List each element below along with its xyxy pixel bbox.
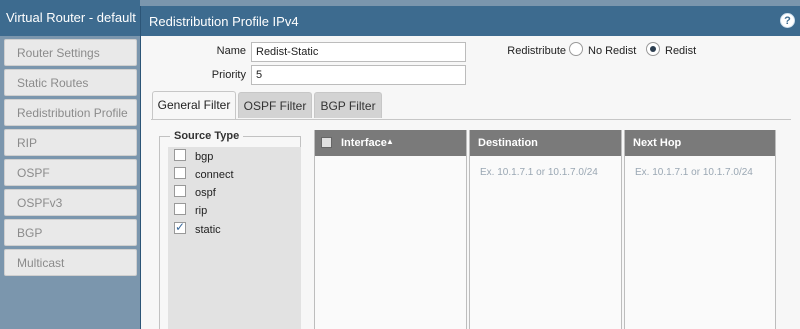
redistribution-profile-dialog: Redistribution Profile IPv4 ? Name Prior…: [140, 6, 800, 329]
rip-checkbox[interactable]: [174, 203, 186, 215]
tab-general-filter[interactable]: General Filter: [152, 91, 236, 119]
source-type-list: [168, 147, 301, 329]
virtual-router-sidebar: Router Settings Static Routes Redistribu…: [0, 36, 140, 329]
name-label: Name: [216, 45, 246, 57]
sidebar-item-multicast[interactable]: Multicast: [4, 249, 137, 276]
source-type-title: Source Type: [170, 130, 244, 142]
ospf-checkbox[interactable]: [174, 185, 186, 197]
tab-bgp-filter[interactable]: BGP Filter: [314, 92, 382, 118]
interface-grid-header: Interface ▲: [315, 130, 466, 156]
interface-column-header[interactable]: Interface: [341, 137, 387, 149]
help-icon[interactable]: ?: [780, 13, 795, 28]
static-label: static: [195, 224, 221, 236]
rip-label: rip: [195, 205, 208, 217]
redistribute-label: Redistribute: [507, 45, 566, 57]
next-hop-column-header: Next Hop: [625, 130, 775, 156]
connect-label: connect: [195, 169, 234, 181]
interface-grid: Interface ▲: [314, 130, 467, 329]
bgp-checkbox[interactable]: [174, 149, 186, 161]
bgp-label: bgp: [195, 151, 214, 163]
sort-ascending-icon[interactable]: ▲: [386, 137, 394, 146]
destination-column-header: Destination: [470, 130, 621, 156]
dialog-header: Redistribution Profile IPv4 ?: [141, 6, 800, 36]
sidebar-item-ospfv3[interactable]: OSPFv3: [4, 189, 137, 216]
sidebar-item-rip[interactable]: RIP: [4, 129, 137, 156]
sidebar-item-static-routes[interactable]: Static Routes: [4, 69, 137, 96]
priority-input[interactable]: [251, 65, 466, 85]
static-checkbox[interactable]: [174, 220, 186, 234]
virtual-router-title: Virtual Router - default: [0, 0, 140, 36]
redist-label: Redist: [665, 45, 697, 57]
next-hop-grid[interactable]: Next Hop Ex. 10.1.7.1 or 10.1.7.0/24: [624, 130, 776, 329]
next-hop-placeholder: Ex. 10.1.7.1 or 10.1.7.0/24: [635, 167, 753, 178]
ospf-label: ospf: [195, 187, 216, 199]
destination-placeholder: Ex. 10.1.7.1 or 10.1.7.0/24: [480, 167, 598, 178]
connect-checkbox[interactable]: [174, 167, 186, 179]
no-redist-label: No Redist: [588, 45, 637, 57]
dialog-title: Redistribution Profile IPv4: [149, 14, 299, 29]
tab-ospf-filter[interactable]: OSPF Filter: [238, 92, 312, 118]
sidebar-item-bgp[interactable]: BGP: [4, 219, 137, 246]
destination-grid[interactable]: Destination Ex. 10.1.7.1 or 10.1.7.0/24: [469, 130, 622, 329]
redist-radio[interactable]: [646, 42, 660, 56]
no-redist-radio[interactable]: [569, 42, 583, 56]
name-input[interactable]: [251, 42, 466, 62]
sidebar-item-router-settings[interactable]: Router Settings: [4, 39, 137, 66]
select-all-checkbox[interactable]: [321, 137, 332, 148]
sidebar-item-redistribution-profile[interactable]: Redistribution Profile: [4, 99, 137, 126]
priority-label: Priority: [211, 69, 246, 81]
sidebar-item-ospf[interactable]: OSPF: [4, 159, 137, 186]
